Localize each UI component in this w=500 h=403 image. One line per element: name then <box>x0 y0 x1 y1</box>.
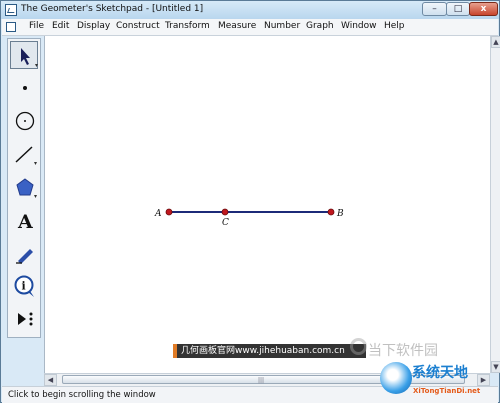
menu-bar: File Edit Display Construct Transform Me… <box>2 19 498 36</box>
menu-window[interactable]: Window <box>341 21 377 31</box>
title-bar[interactable]: The Geometer's Sketchpad - [Untitled 1] … <box>1 1 499 19</box>
pen-icon <box>16 249 33 264</box>
app-icon <box>5 4 17 16</box>
text-tool[interactable]: A <box>10 206 38 234</box>
play-more-icon <box>18 312 33 326</box>
label-A: A <box>154 209 162 219</box>
point-C <box>221 208 229 216</box>
marker-tool[interactable] <box>10 239 38 267</box>
line-icon <box>15 146 37 165</box>
label-B: B <box>336 209 344 219</box>
document-icon[interactable] <box>6 22 16 32</box>
watermark-banner: 几何画板官网www.jihehuaban.com.cn <box>173 344 366 358</box>
menu-help[interactable]: Help <box>384 21 405 31</box>
menu-display[interactable]: Display <box>77 21 110 31</box>
point-tool[interactable] <box>10 74 38 102</box>
menu-construct[interactable]: Construct <box>116 21 160 31</box>
menu-measure[interactable]: Measure <box>218 21 256 31</box>
toolbox: A i <box>7 38 41 338</box>
watermark-site2: 系统天地 <box>412 365 468 381</box>
watermark-logo-icon <box>350 338 367 355</box>
vertical-scrollbar[interactable]: ▲ ▼ <box>490 36 500 373</box>
menu-edit[interactable]: Edit <box>52 21 69 31</box>
info-icon: i <box>14 275 34 297</box>
close-button[interactable]: x <box>469 2 498 16</box>
arrow-tool[interactable] <box>10 41 38 69</box>
maximize-button[interactable]: □ <box>446 2 470 16</box>
menu-number[interactable]: Number <box>264 21 300 31</box>
custom-tool[interactable] <box>10 305 38 333</box>
point-icon <box>23 86 27 90</box>
scroll-up-button[interactable]: ▲ <box>491 36 500 48</box>
watermark-globe-icon <box>380 362 412 394</box>
point-B <box>327 208 335 216</box>
straightedge-tool[interactable] <box>10 140 38 168</box>
pentagon-icon <box>16 178 37 198</box>
minimize-button[interactable]: – <box>422 2 447 16</box>
menu-file[interactable]: File <box>29 21 44 31</box>
label-C: C <box>222 218 229 228</box>
compass-tool[interactable] <box>10 107 38 135</box>
information-tool[interactable]: i <box>10 272 38 300</box>
scroll-right-button[interactable]: ▶ <box>477 374 490 386</box>
status-text: Click to begin scrolling the window <box>8 390 156 400</box>
window-title: The Geometer's Sketchpad - [Untitled 1] <box>21 4 204 14</box>
watermark-site1: 当下软件园 <box>368 343 438 359</box>
menu-graph[interactable]: Graph <box>306 21 334 31</box>
text-A-icon: A <box>17 211 33 233</box>
watermark-site2-url: XiTongTianDi.net <box>413 387 481 395</box>
circle-icon <box>15 111 35 131</box>
sketch-canvas[interactable]: A C B <box>44 36 491 373</box>
scroll-down-button[interactable]: ▼ <box>491 361 500 373</box>
scroll-left-button[interactable]: ◀ <box>44 374 57 386</box>
point-A <box>165 208 173 216</box>
svg-text:A: A <box>17 211 33 233</box>
polygon-tool[interactable] <box>10 173 38 201</box>
arrow-icon <box>21 48 38 67</box>
svg-text:i: i <box>22 280 26 293</box>
sketch-drawing: A C B <box>154 208 344 228</box>
menu-transform[interactable]: Transform <box>165 21 210 31</box>
